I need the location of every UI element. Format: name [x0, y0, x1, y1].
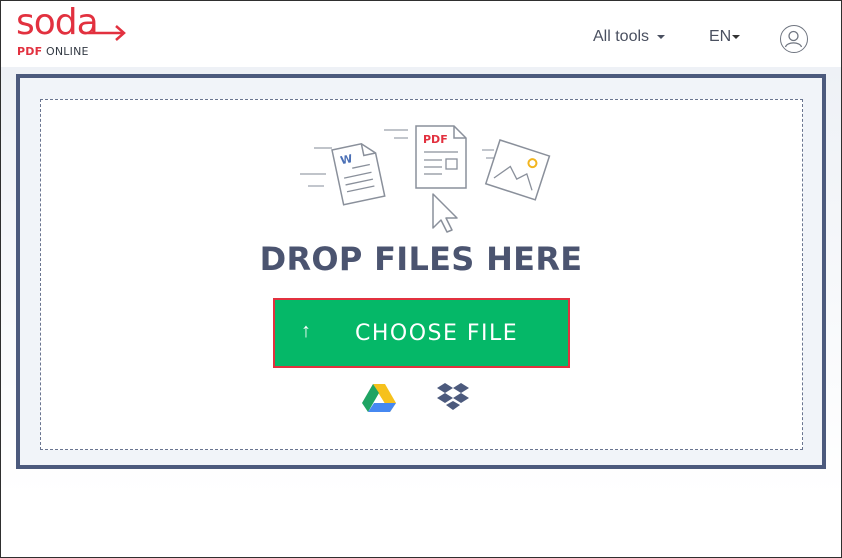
file-types-illustration: W PDF	[300, 125, 551, 233]
google-drive-icon[interactable]	[362, 383, 396, 413]
dropbox-icon[interactable]	[436, 381, 470, 415]
svg-text:PDF: PDF	[423, 133, 448, 146]
choose-file-label: CHOOSE FILE	[355, 321, 519, 346]
logo-subtitle: PDF ONLINE	[17, 45, 89, 58]
language-label: EN	[709, 28, 732, 45]
user-account-button[interactable]	[780, 25, 808, 53]
image-document-icon	[484, 139, 551, 201]
logo-wordmark: soda	[16, 2, 99, 43]
all-tools-label: All tools	[593, 28, 650, 45]
logo-arrow-icon	[88, 25, 126, 41]
pdf-document-icon: PDF	[415, 125, 467, 189]
language-selector[interactable]: EN	[709, 28, 741, 46]
soda-pdf-logo[interactable]: soda PDF ONLINE	[16, 3, 136, 63]
cursor-icon	[432, 193, 458, 233]
all-tools-menu[interactable]: All tools	[593, 28, 666, 46]
drop-files-heading: DROP FILES HERE	[259, 240, 583, 278]
upload-arrow-icon: ↑	[301, 320, 311, 342]
word-document-icon: W	[331, 142, 386, 206]
chevron-down-icon	[732, 34, 741, 39]
user-icon	[784, 30, 803, 48]
header: soda PDF ONLINE All tools EN	[1, 1, 841, 67]
chevron-down-icon	[657, 34, 666, 39]
choose-file-button[interactable]: ↑ CHOOSE FILE	[273, 298, 570, 368]
